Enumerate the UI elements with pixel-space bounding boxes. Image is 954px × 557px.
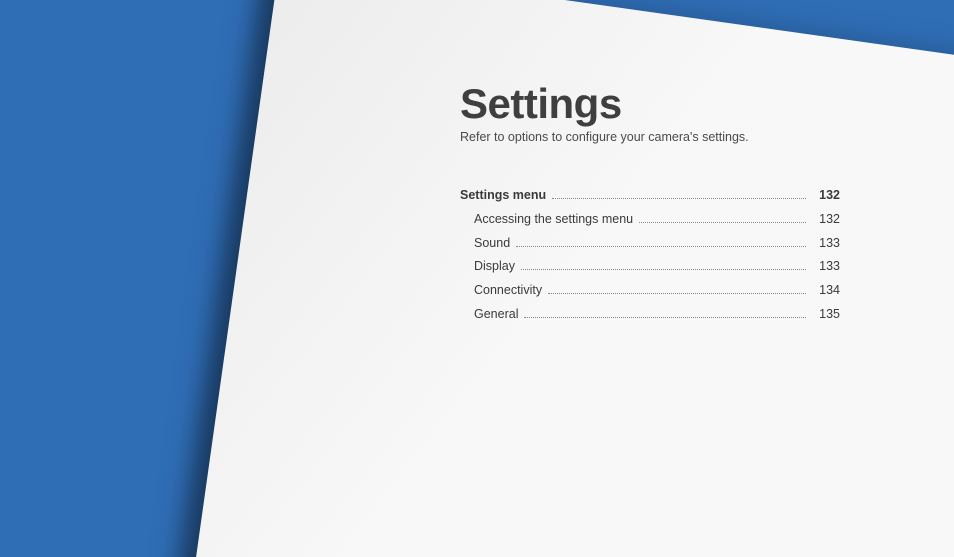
- page-background: Settings Refer to options to configure y…: [0, 0, 954, 557]
- toc-item-row: Display 133: [460, 255, 840, 279]
- toc-item-page: 132: [812, 208, 840, 232]
- toc-item-row: General 135: [460, 303, 840, 327]
- toc-section-label: Settings menu: [460, 184, 546, 208]
- toc-item-label: Accessing the settings menu: [460, 208, 633, 232]
- page-title: Settings: [460, 80, 840, 128]
- toc-leader-dots: [552, 198, 806, 199]
- toc-section-page: 132: [812, 184, 840, 208]
- toc-leader-dots: [548, 293, 806, 294]
- toc-leader-dots: [516, 246, 806, 247]
- toc-leader-dots: [524, 317, 806, 318]
- toc-leader-dots: [639, 222, 806, 223]
- toc-item-label: Connectivity: [460, 279, 542, 303]
- toc-item-label: General: [460, 303, 518, 327]
- page-subtitle: Refer to options to configure your camer…: [460, 130, 840, 144]
- toc-item-row: Sound 133: [460, 232, 840, 256]
- document-page: Settings Refer to options to configure y…: [171, 0, 954, 557]
- table-of-contents: Settings menu 132 Accessing the settings…: [460, 184, 840, 327]
- toc-item-page: 135: [812, 303, 840, 327]
- toc-item-label: Sound: [460, 232, 510, 256]
- toc-item-row: Connectivity 134: [460, 279, 840, 303]
- toc-item-row: Accessing the settings menu 132: [460, 208, 840, 232]
- toc-item-page: 133: [812, 255, 840, 279]
- toc-item-label: Display: [460, 255, 515, 279]
- page-inner: Settings Refer to options to configure y…: [280, 0, 954, 557]
- page-content: Settings Refer to options to configure y…: [460, 80, 840, 327]
- toc-leader-dots: [521, 269, 806, 270]
- toc-item-page: 134: [812, 279, 840, 303]
- toc-item-page: 133: [812, 232, 840, 256]
- toc-section-row: Settings menu 132: [460, 184, 840, 208]
